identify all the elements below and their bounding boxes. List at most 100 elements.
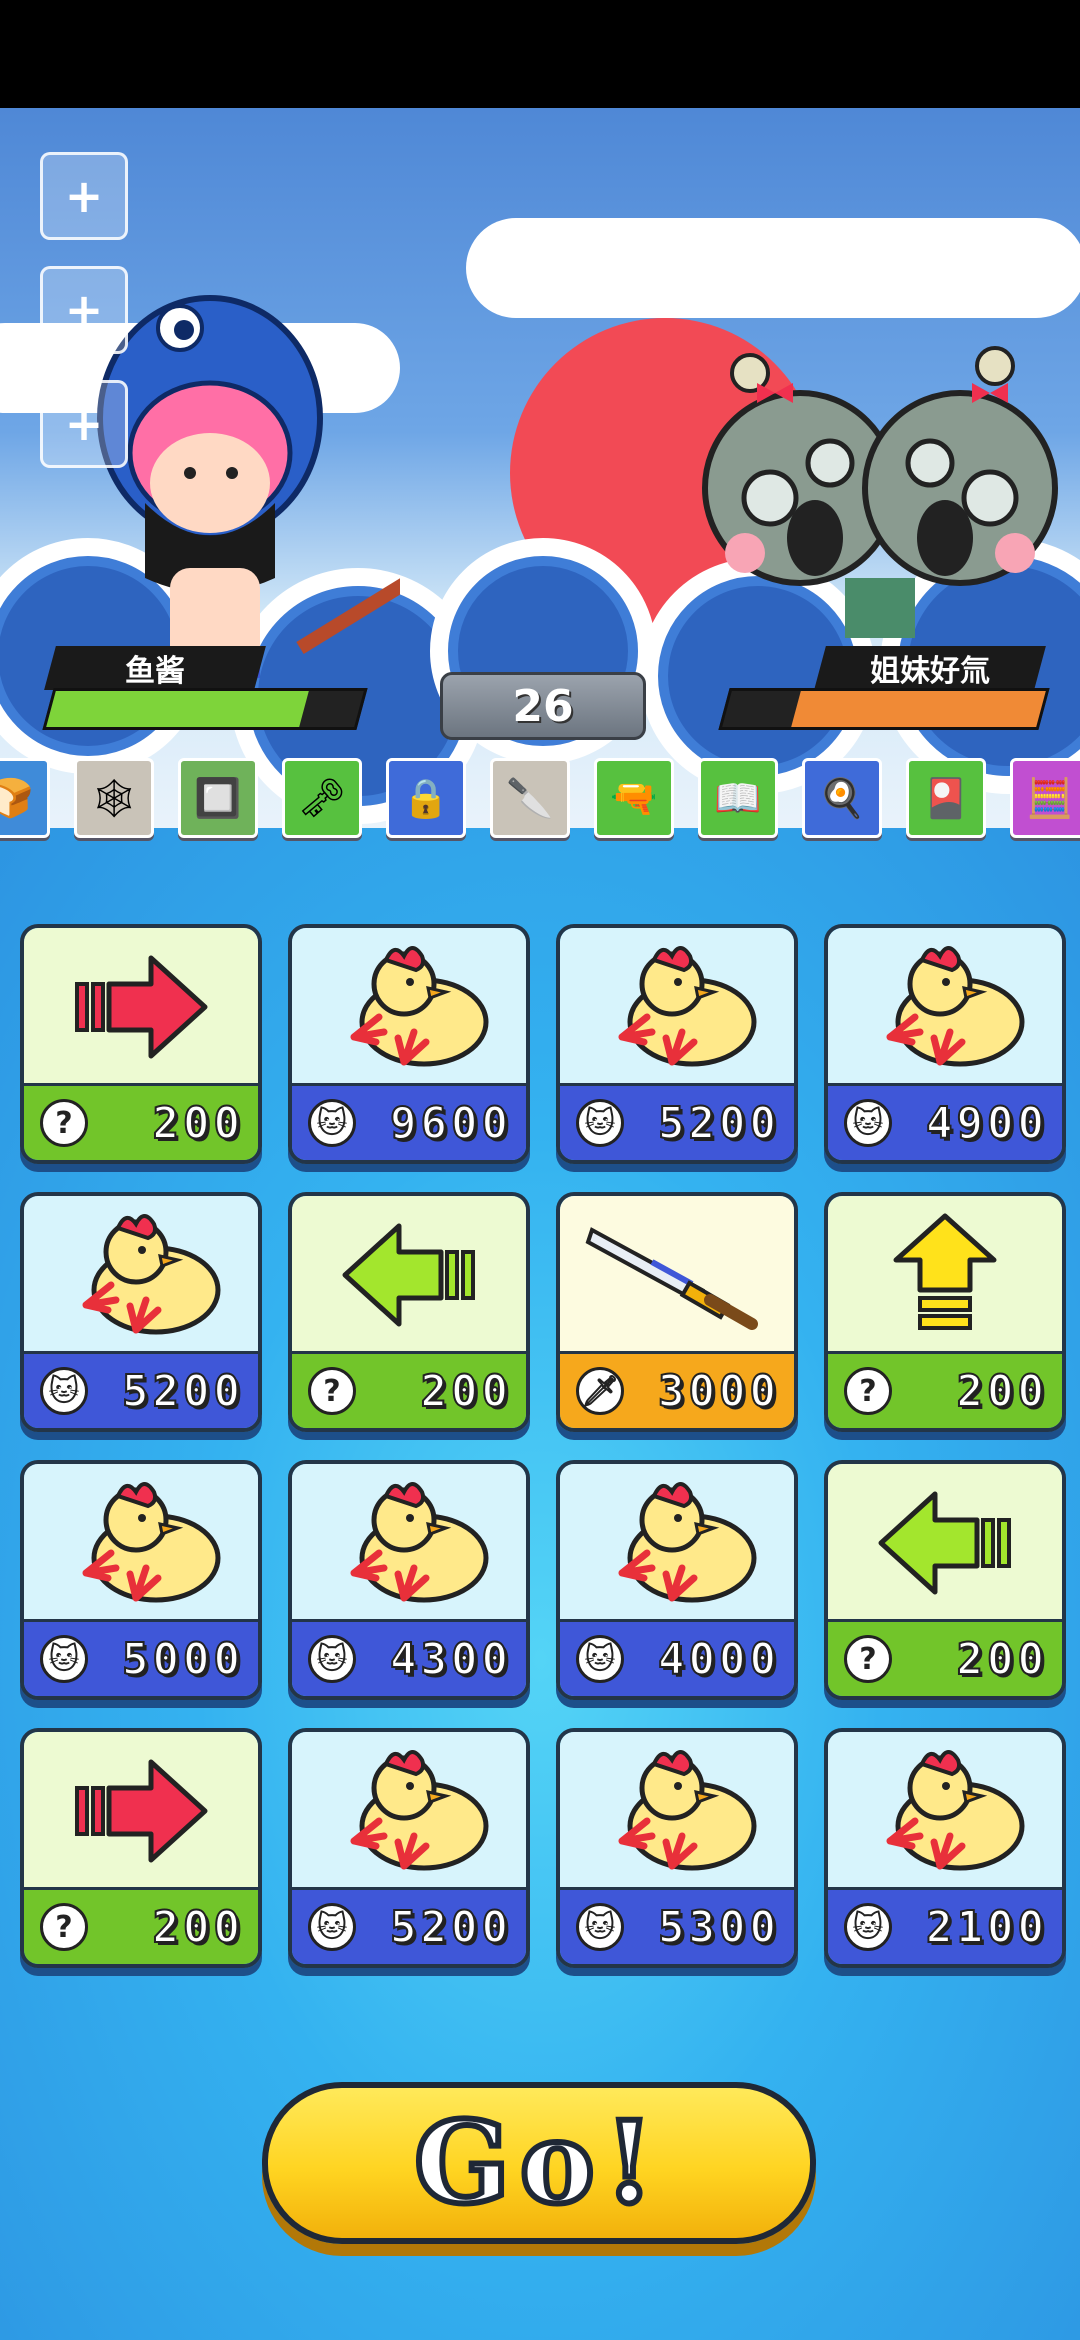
go-button[interactable]: Go! (262, 2082, 816, 2244)
chicken-icon (292, 928, 526, 1086)
book-icon[interactable]: 📖 (698, 758, 778, 838)
question-icon: ? (844, 1367, 892, 1415)
question-icon: ? (40, 1903, 88, 1951)
card-icon[interactable]: 🎴 (906, 758, 986, 838)
card-price: 🗡 3000 (560, 1351, 794, 1428)
shop-card-arrow-up[interactable]: ? 200 (824, 1192, 1066, 1432)
shop-card-chicken[interactable]: 🐱 5000 (20, 1460, 262, 1700)
card-price: 🐱 5200 (560, 1083, 794, 1160)
shop-card-sword[interactable]: 🗡 3000 (556, 1192, 798, 1432)
card-price: 🐱 9600 (292, 1083, 526, 1160)
arrow-right-icon (24, 1732, 258, 1890)
enemy-name: 姐妹好氚 (870, 654, 990, 689)
card-price: ? 200 (24, 1887, 258, 1964)
card-price-value: 2100 (925, 1901, 1048, 1954)
shop-card-chicken[interactable]: 🐱 4300 (288, 1460, 530, 1700)
item-strip: 🍞 🕸 🔲 🗝 🔒 🔪 🔫 📖 🍳 🎴 🧮 (0, 758, 1080, 838)
chicken-icon (292, 1464, 526, 1622)
cat-icon: 🐱 (308, 1903, 356, 1951)
card-price: 🐱 5200 (24, 1351, 258, 1428)
shop-card-chicken[interactable]: 🐱 9600 (288, 924, 530, 1164)
shop-card-chicken[interactable]: 🐱 5200 (20, 1192, 262, 1432)
round-counter: 26 (440, 672, 646, 740)
shop-card-chicken[interactable]: 🐱 4900 (824, 924, 1066, 1164)
chicken-icon (24, 1196, 258, 1354)
enemy-hp-fill (791, 691, 1046, 727)
cat-icon: 🐱 (576, 1635, 624, 1683)
enemy-hp-bar (718, 688, 1050, 730)
chicken-icon (828, 1732, 1062, 1890)
card-price: 🐱 4000 (560, 1619, 794, 1696)
add-slot-button[interactable]: + (40, 152, 128, 240)
calculator-icon[interactable]: 🧮 (1010, 758, 1080, 838)
cat-icon: 🐱 (308, 1635, 356, 1683)
enemy-character (702, 346, 1058, 638)
shop-card-arrow-right[interactable]: ? 200 (20, 1728, 262, 1968)
frying-pan-icon[interactable]: 🍳 (802, 758, 882, 838)
card-price-value: 200 (152, 1097, 244, 1150)
arrow-left-icon (828, 1464, 1062, 1622)
shop-card-chicken[interactable]: 🐱 5300 (556, 1728, 798, 1968)
card-price: ? 200 (24, 1083, 258, 1160)
cat-icon: 🐱 (844, 1903, 892, 1951)
circuit-board-icon[interactable]: 🔲 (178, 758, 258, 838)
shop-card-arrow-left[interactable]: ? 200 (824, 1460, 1066, 1700)
plus-icon: + (64, 283, 104, 337)
shop-card-chicken[interactable]: 🐱 5200 (288, 1728, 530, 1968)
card-price-value: 200 (152, 1901, 244, 1954)
arrow-right-icon (24, 928, 258, 1086)
card-price-value: 200 (420, 1365, 512, 1418)
card-price: 🐱 5000 (24, 1619, 258, 1696)
add-slot-button[interactable]: + (40, 380, 128, 468)
card-price-value: 5200 (389, 1901, 512, 1954)
key-icon[interactable]: 🗝 (282, 758, 362, 838)
card-price: ? 200 (828, 1351, 1062, 1428)
plus-icon: + (64, 397, 104, 451)
card-price: 🐱 5200 (292, 1887, 526, 1964)
safe-icon[interactable]: 🔒 (386, 758, 466, 838)
arrow-left-icon (292, 1196, 526, 1354)
card-price-value: 5200 (121, 1365, 244, 1418)
card-price-value: 5200 (657, 1097, 780, 1150)
player-hp-bar (42, 688, 368, 730)
card-price-value: 9600 (389, 1097, 512, 1150)
question-icon: ? (844, 1635, 892, 1683)
round-number: 26 (512, 680, 574, 732)
card-price-value: 3000 (657, 1365, 780, 1418)
bread-icon[interactable]: 🍞 (0, 758, 50, 838)
enemy-name-tag: 姐妹好氚 (814, 646, 1046, 690)
cat-icon: 🐱 (576, 1099, 624, 1147)
chicken-icon (560, 928, 794, 1086)
chicken-icon (560, 1732, 794, 1890)
chicken-icon (828, 928, 1062, 1086)
card-price: ? 200 (828, 1619, 1062, 1696)
shop-card-chicken[interactable]: 🐱 4000 (556, 1460, 798, 1700)
player-name: 鱼酱 (125, 654, 185, 689)
plus-icon: + (64, 169, 104, 223)
shop-card-chicken[interactable]: 🐱 5200 (556, 924, 798, 1164)
go-button-label: Go! (411, 2095, 664, 2232)
cleaver-icon[interactable]: 🔪 (490, 758, 570, 838)
card-price: 🐱 5300 (560, 1887, 794, 1964)
status-bar (0, 0, 1080, 108)
card-price-value: 5300 (657, 1901, 780, 1954)
card-price-value: 5000 (121, 1633, 244, 1686)
player-name-tag: 鱼酱 (44, 646, 266, 690)
cloud (466, 218, 1080, 318)
shop-card-chicken[interactable]: 🐱 2100 (824, 1728, 1066, 1968)
chicken-icon (560, 1464, 794, 1622)
gun-icon[interactable]: 🔫 (594, 758, 674, 838)
shop-card-arrow-right[interactable]: ? 200 (20, 924, 262, 1164)
player-hp-fill (46, 691, 309, 727)
arrow-up-icon (828, 1196, 1062, 1354)
shop-card-arrow-left[interactable]: ? 200 (288, 1192, 530, 1432)
cat-icon: 🐱 (40, 1635, 88, 1683)
sword-cost-icon: 🗡 (576, 1367, 624, 1415)
cat-icon: 🐱 (40, 1367, 88, 1415)
cat-icon: 🐱 (844, 1099, 892, 1147)
card-price-value: 4900 (925, 1097, 1048, 1150)
card-price-value: 4000 (657, 1633, 780, 1686)
net-icon[interactable]: 🕸 (74, 758, 154, 838)
add-slot-button[interactable]: + (40, 266, 128, 354)
card-price-value: 200 (956, 1365, 1048, 1418)
